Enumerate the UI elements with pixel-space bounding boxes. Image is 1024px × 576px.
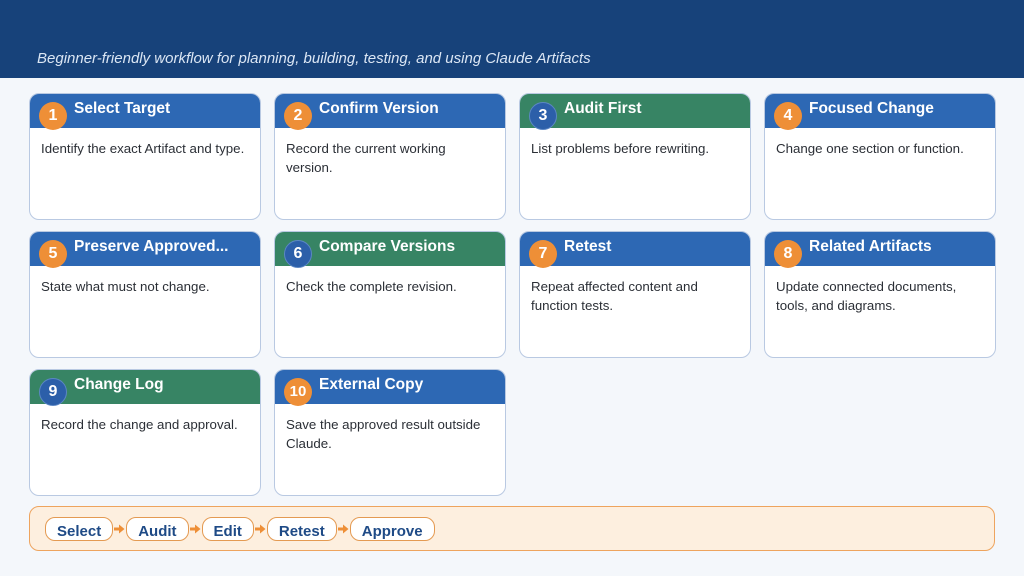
step-number-badge: 8 — [774, 239, 802, 268]
step-card-4: 4 Focused Change Change one section or f… — [764, 93, 996, 220]
step-card-header: 3 Audit First — [520, 94, 750, 130]
arrow-right-icon — [254, 524, 267, 534]
step-title: Select Target — [74, 100, 171, 117]
header-bar: Beginner-friendly workflow for planning,… — [0, 0, 1024, 78]
step-number-badge: 4 — [774, 101, 802, 130]
step-description: Check the complete revision. — [286, 279, 457, 294]
step-description: Identify the exact Artifact and type. — [41, 141, 245, 156]
step-card-header: 7 Retest — [520, 232, 750, 268]
step-title: Change Log — [74, 376, 164, 393]
step-title: Retest — [564, 238, 612, 255]
step-card-9: 9 Change Log Record the change and appro… — [29, 369, 261, 496]
step-title: Compare Versions — [319, 238, 456, 255]
step-card-10: 10 External Copy Save the approved resul… — [274, 369, 506, 496]
step-card-3: 3 Audit First List problems before rewri… — [519, 93, 751, 220]
step-description: Repeat affected content and function tes… — [531, 279, 698, 313]
step-description: Record the change and approval. — [41, 417, 238, 432]
step-description: Update connected documents, tools, and d… — [776, 279, 957, 313]
step-description: Save the approved result outside Claude. — [286, 417, 481, 451]
flow-step-audit: Audit — [126, 516, 189, 541]
workflow-summary-bar: Select Audit Edit Retest Approve — [29, 506, 995, 551]
step-title: Confirm Version — [319, 100, 439, 117]
step-number-badge: 6 — [284, 239, 312, 268]
step-description: Change one section or function. — [776, 141, 964, 156]
step-card-2: 2 Confirm Version Record the current wor… — [274, 93, 506, 220]
step-title: Audit First — [564, 100, 642, 117]
step-description: List problems before rewriting. — [531, 141, 710, 156]
step-card-header: 9 Change Log — [30, 370, 260, 406]
step-card-header: 2 Confirm Version — [275, 94, 505, 130]
flow-step-retest: Retest — [266, 516, 337, 541]
step-card-header: 6 Compare Versions — [275, 232, 505, 268]
step-card-7: 7 Retest Repeat affected content and fun… — [519, 231, 751, 358]
step-card-header: 8 Related Artifacts — [765, 232, 995, 268]
step-number-badge: 1 — [39, 101, 67, 130]
step-card-8: 8 Related Artifacts Update connected doc… — [764, 231, 996, 358]
steps-grid: 1 Select Target Identify the exact Artif… — [29, 93, 996, 496]
arrow-right-icon — [113, 524, 126, 534]
step-number-badge: 2 — [284, 101, 312, 130]
flow-step-approve: Approve — [349, 516, 435, 541]
step-title: External Copy — [319, 376, 424, 393]
step-card-6: 6 Compare Versions Check the complete re… — [274, 231, 506, 358]
step-card-header: 1 Select Target — [30, 94, 260, 130]
step-card-1: 1 Select Target Identify the exact Artif… — [29, 93, 261, 220]
step-number-badge: 5 — [39, 239, 67, 268]
step-number-badge: 9 — [39, 377, 67, 406]
step-title: Preserve Approved... — [74, 238, 229, 255]
step-card-header: 10 External Copy — [275, 370, 505, 406]
step-number-badge: 7 — [529, 239, 557, 268]
step-card-header: 4 Focused Change — [765, 94, 995, 130]
step-number-badge: 10 — [284, 377, 312, 406]
step-title: Related Artifacts — [809, 238, 932, 255]
flow-step-edit: Edit — [201, 516, 254, 541]
step-card-header: 5 Preserve Approved... — [30, 232, 260, 268]
step-number-badge: 3 — [529, 101, 557, 130]
step-card-5: 5 Preserve Approved... State what must n… — [29, 231, 261, 358]
arrow-right-icon — [189, 524, 202, 534]
step-description: Record the current working version. — [286, 141, 446, 175]
step-description: State what must not change. — [41, 279, 210, 294]
step-title: Focused Change — [809, 100, 934, 117]
flow-step-select: Select — [45, 516, 114, 541]
page-subtitle: Beginner-friendly workflow for planning,… — [37, 50, 591, 67]
arrow-right-icon — [337, 524, 350, 534]
